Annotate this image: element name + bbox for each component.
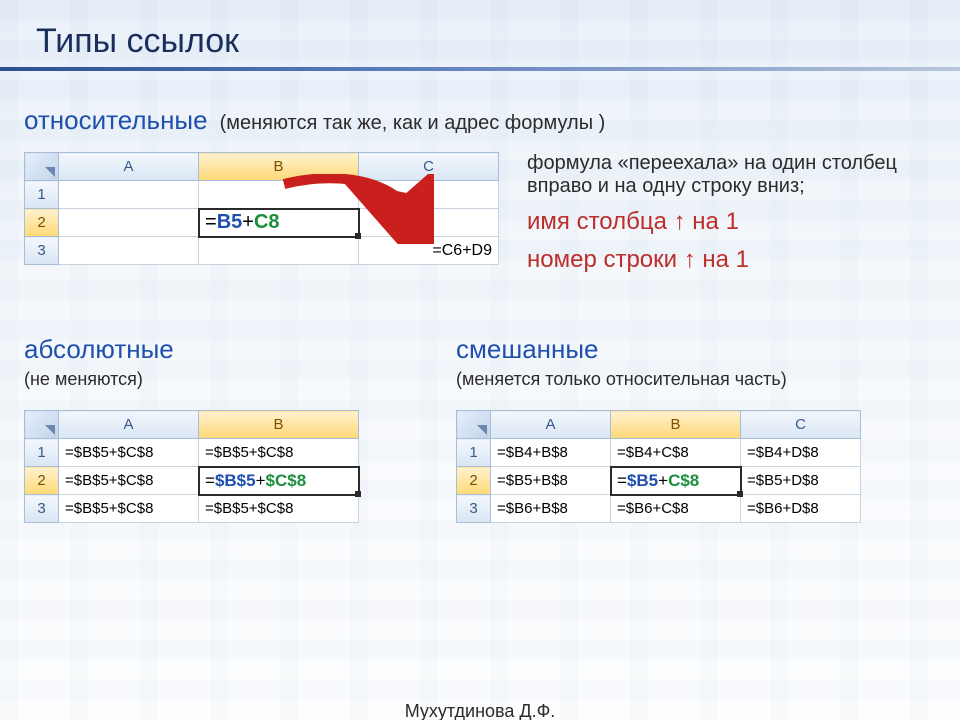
mix-col-c: C <box>741 411 861 439</box>
mix-sheet: A B C 1 =$B4+B$8 =$B4+C$8 =$B4+D$8 2 =$B… <box>456 410 861 523</box>
mix-heading: смешанные <box>456 334 936 365</box>
abs-b2-eq: = <box>205 471 215 490</box>
cell-b2-selected: =B5+C8 <box>199 209 359 237</box>
mix-col-a: A <box>491 411 611 439</box>
cell-b1 <box>199 181 359 209</box>
mix-row-3: 3 <box>457 495 491 523</box>
abs-col-a: A <box>59 411 199 439</box>
b2-ref1: B5 <box>217 211 243 233</box>
abs-b2-selected: =$B$5+$C$8 <box>199 467 359 495</box>
rel-right-p3: номер строки ↑ на 1 <box>527 246 936 274</box>
mix-row-2: 2 <box>457 467 491 495</box>
abs-b2-plus: + <box>256 471 266 490</box>
abs-heading: абсолютные <box>24 334 424 365</box>
cell-c1 <box>359 181 499 209</box>
mix-b1: =$B4+C$8 <box>611 439 741 467</box>
up-arrow-icon-2: ↑ <box>684 246 696 273</box>
abs-corner <box>25 411 59 439</box>
section-absolute: абсолютные (не меняются) A B 1 =$B$5+$C$… <box>24 334 424 523</box>
abs-b1: =$B$5+$C$8 <box>199 439 359 467</box>
mix-b2-ref1: $B5 <box>627 471 658 490</box>
abs-note: (не меняются) <box>24 369 424 390</box>
abs-a2: =$B$5+$C$8 <box>59 467 199 495</box>
b2-ref2: C8 <box>254 211 280 233</box>
mix-b2-eq: = <box>617 471 627 490</box>
col-header-c: C <box>359 153 499 181</box>
cell-a2 <box>59 209 199 237</box>
rel-heading: относительные <box>24 105 208 136</box>
rel-sheet-wrap: A B C 1 2 =B5+C8 <box>24 152 499 265</box>
footer-author: Мухутдинова Д.Ф. <box>0 701 960 720</box>
sheet-corner <box>25 153 59 181</box>
rel-note: (меняются так же, как и адрес формулы ) <box>220 112 606 135</box>
abs-a1: =$B$5+$C$8 <box>59 439 199 467</box>
b2-plus: + <box>242 211 254 233</box>
col-header-b: B <box>199 153 359 181</box>
abs-b2-ref2: $C$8 <box>266 471 307 490</box>
row-header-1: 1 <box>25 181 59 209</box>
rel-p3-suffix: на 1 <box>696 246 749 273</box>
mix-b2-ref2: C$8 <box>668 471 699 490</box>
section-relative: относительные (меняются так же, как и ад… <box>24 105 936 284</box>
rel-sheet: A B C 1 2 =B5+C8 <box>24 152 499 265</box>
cell-c2 <box>359 209 499 237</box>
abs-row-3: 3 <box>25 495 59 523</box>
mix-corner <box>457 411 491 439</box>
up-arrow-icon: ↑ <box>674 208 686 235</box>
section-mixed: смешанные (меняется только относительная… <box>456 334 936 523</box>
abs-sheet: A B 1 =$B$5+$C$8 =$B$5+$C$8 2 =$B$5+$C$8… <box>24 410 359 523</box>
mix-col-b: B <box>611 411 741 439</box>
mix-c1: =$B4+D$8 <box>741 439 861 467</box>
abs-a3: =$B$5+$C$8 <box>59 495 199 523</box>
mix-row-1: 1 <box>457 439 491 467</box>
row-header-2: 2 <box>25 209 59 237</box>
cell-a3 <box>59 237 199 265</box>
rel-p3-prefix: номер строки <box>527 246 684 273</box>
cell-c3: =C6+D9 <box>359 237 499 265</box>
rel-p2-suffix: на 1 <box>686 208 739 235</box>
abs-col-b: B <box>199 411 359 439</box>
cell-b3 <box>199 237 359 265</box>
rel-right-p2: имя столбца ↑ на 1 <box>527 208 936 236</box>
mix-b2-selected: =$B5+C$8 <box>611 467 741 495</box>
row-header-3: 3 <box>25 237 59 265</box>
abs-b3: =$B$5+$C$8 <box>199 495 359 523</box>
abs-row-2: 2 <box>25 467 59 495</box>
mix-c3: =$B6+D$8 <box>741 495 861 523</box>
abs-row-1: 1 <box>25 439 59 467</box>
abs-b2-ref1: $B$5 <box>215 471 256 490</box>
mix-a1: =$B4+B$8 <box>491 439 611 467</box>
mix-c2: =$B5+D$8 <box>741 467 861 495</box>
rel-p2-prefix: имя столбца <box>527 208 674 235</box>
cell-a1 <box>59 181 199 209</box>
rel-right-p1: формула «переехала» на один столбец впра… <box>527 152 936 198</box>
mix-b2-plus: + <box>658 471 668 490</box>
mix-a3: =$B6+B$8 <box>491 495 611 523</box>
b2-eq: = <box>205 211 217 233</box>
col-header-a: A <box>59 153 199 181</box>
slide-title: Типы ссылок <box>0 14 960 65</box>
mix-note: (меняется только относительная часть) <box>456 369 936 390</box>
mix-b3: =$B6+C$8 <box>611 495 741 523</box>
mix-a2: =$B5+B$8 <box>491 467 611 495</box>
